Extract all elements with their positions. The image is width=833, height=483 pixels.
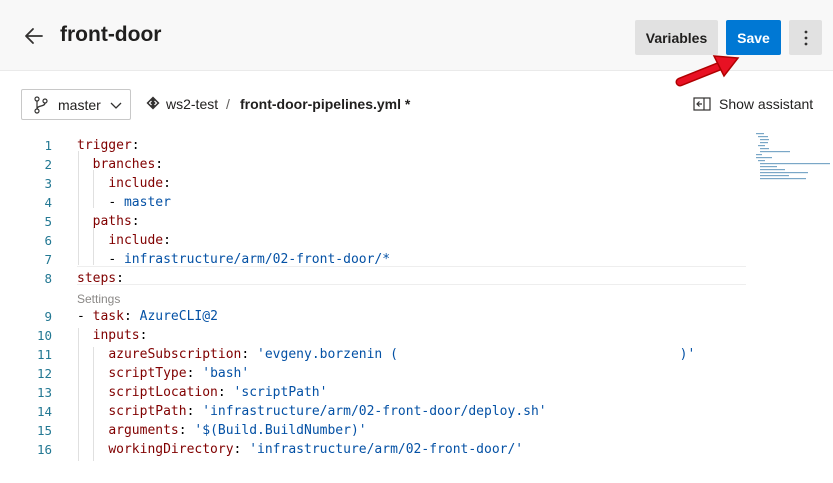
- code-text: scriptType: 'bash': [108, 366, 250, 381]
- repo-icon: [146, 96, 160, 110]
- line-number: 5: [44, 214, 52, 229]
- line-number: 8: [44, 271, 52, 286]
- code-line[interactable]: 2 branches:: [0, 155, 833, 174]
- code-text: - master: [108, 195, 171, 210]
- code-text: trigger:: [77, 138, 140, 153]
- code-text: steps:: [77, 271, 124, 286]
- editor-minimap[interactable]: [754, 132, 832, 192]
- code-text: inputs:: [92, 328, 148, 343]
- line-number: 7: [44, 252, 52, 267]
- code-line[interactable]: 5 paths:: [0, 212, 833, 231]
- line-number: 1: [44, 138, 52, 153]
- code-text: azureSubscription: 'evgeny.borzenin ( )': [108, 347, 696, 362]
- settings-codelens[interactable]: Settings: [77, 292, 120, 306]
- code-line[interactable]: 7 - infrastructure/arm/02-front-door/*: [0, 250, 833, 269]
- chevron-down-icon: [110, 102, 122, 109]
- code-line[interactable]: 15 arguments: '$(Build.BuildNumber)': [0, 421, 833, 440]
- code-line[interactable]: 12 scriptType: 'bash': [0, 364, 833, 383]
- line-number: 11: [36, 347, 52, 362]
- panel-icon: [693, 97, 711, 111]
- file-name: front-door-pipelines.yml *: [240, 96, 411, 112]
- code-line[interactable]: 16 workingDirectory: 'infrastructure/arm…: [0, 440, 833, 459]
- code-text: - task: AzureCLI@2: [77, 309, 218, 324]
- code-text: branches:: [92, 157, 164, 172]
- line-number: 12: [36, 366, 52, 381]
- line-number: 4: [44, 195, 52, 210]
- show-assistant-button[interactable]: Show assistant: [693, 94, 813, 114]
- line-number: 9: [44, 309, 52, 324]
- code-line[interactable]: 14 scriptPath: 'infrastructure/arm/02-fr…: [0, 402, 833, 421]
- code-text: include:: [108, 176, 171, 191]
- variables-button[interactable]: Variables: [635, 20, 718, 55]
- yaml-editor[interactable]: Settings 1 trigger: 2 branches: 3 include: 4…: [0, 132, 833, 483]
- code-text: - infrastructure/arm/02-front-door/*: [108, 252, 391, 267]
- page-title: front-door: [60, 23, 162, 46]
- line-number: 15: [36, 423, 52, 438]
- line-number: 14: [36, 404, 52, 419]
- save-button[interactable]: Save: [726, 20, 781, 55]
- breadcrumb-separator: /: [226, 96, 230, 112]
- code-text: paths:: [92, 214, 140, 229]
- code-text: scriptPath: 'infrastructure/arm/02-front…: [108, 404, 547, 419]
- line-number: 6: [44, 233, 52, 248]
- line-number: 13: [36, 385, 52, 400]
- show-assistant-label: Show assistant: [719, 96, 814, 112]
- line-number: 3: [44, 176, 52, 191]
- line-number: 16: [36, 442, 52, 457]
- more-vertical-icon: [804, 30, 807, 45]
- code-line[interactable]: 13 scriptLocation: 'scriptPath': [0, 383, 833, 402]
- code-line[interactable]: 1 trigger:: [0, 136, 833, 155]
- line-number: 2: [44, 157, 52, 172]
- code-line[interactable]: 11 azureSubscription: 'evgeny.borzenin (…: [0, 345, 833, 364]
- code-line[interactable]: 6 include:: [0, 231, 833, 250]
- code-line[interactable]: 10 inputs:: [0, 326, 833, 345]
- annotation-arrow-icon: [675, 55, 740, 87]
- branch-label: master: [58, 97, 101, 113]
- branch-dropdown[interactable]: master: [21, 89, 131, 120]
- code-line[interactable]: 3 include:: [0, 174, 833, 193]
- back-arrow-icon[interactable]: [22, 24, 46, 48]
- code-text: workingDirectory: 'infrastructure/arm/02…: [108, 442, 524, 457]
- repo-link[interactable]: ws2-test: [166, 96, 218, 112]
- code-line[interactable]: 4 - master: [0, 193, 833, 212]
- line-number: 10: [36, 328, 52, 343]
- code-text: include:: [108, 233, 171, 248]
- more-options-button[interactable]: [789, 20, 822, 55]
- code-line[interactable]: 8 steps:: [0, 269, 833, 288]
- code-line[interactable]: 9 - task: AzureCLI@2: [0, 307, 833, 326]
- code-text: scriptLocation: 'scriptPath': [108, 385, 328, 400]
- branch-icon: [34, 96, 48, 114]
- code-text: arguments: '$(Build.BuildNumber)': [108, 423, 367, 438]
